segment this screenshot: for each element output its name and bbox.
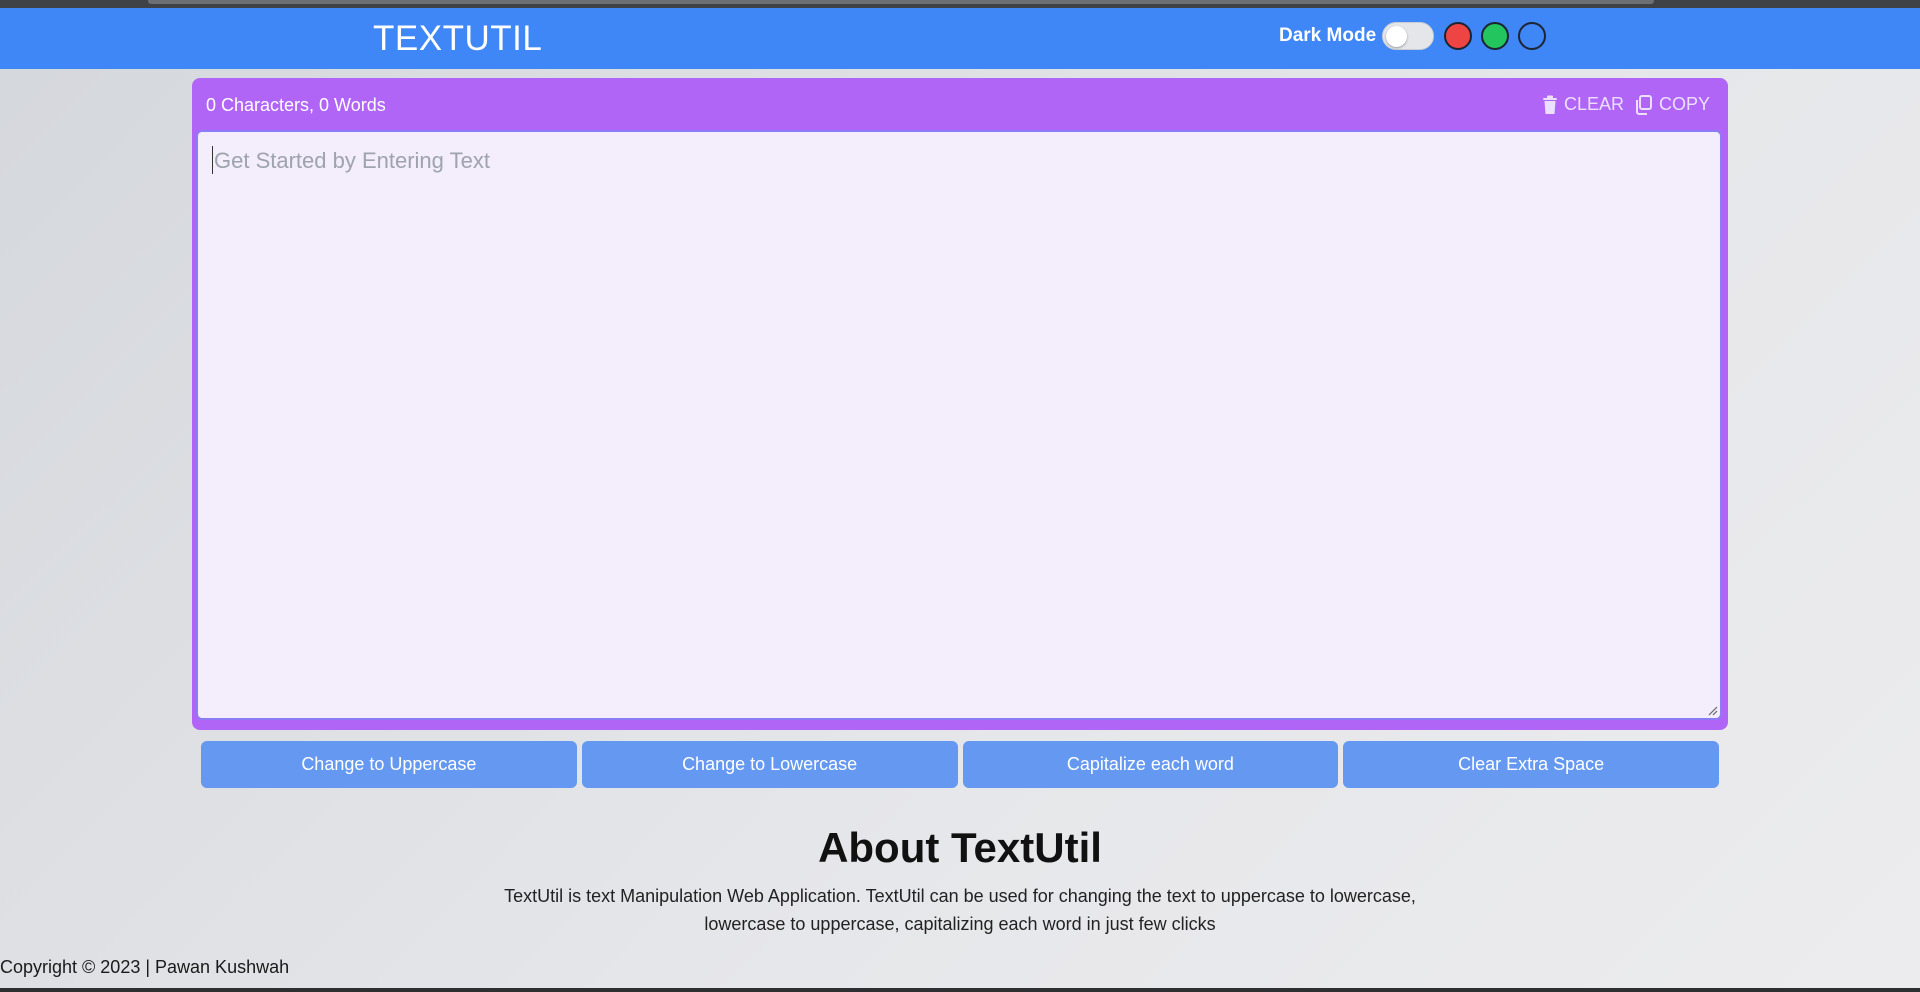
copy-text-button[interactable]: COPY [1635,94,1710,115]
transform-buttons: Change to Uppercase Change to Lowercase … [201,741,1719,788]
about-description: TextUtil is text Manipulation Web Applic… [460,882,1460,938]
clear-text-button[interactable]: CLEAR [1542,94,1624,115]
about-heading: About TextUtil [818,824,1102,871]
text-caret [212,146,213,174]
browser-top-strip-inner [148,0,1654,4]
toggle-knob [1386,26,1407,47]
resize-grip-icon[interactable] [1706,704,1718,716]
browser-top-strip [0,0,1920,8]
navbar: TEXTUTIL Dark Mode [0,8,1920,69]
uppercase-button[interactable]: Change to Uppercase [201,741,577,788]
brand-logo-text[interactable]: TEXTUTIL [373,19,542,59]
lowercase-button[interactable]: Change to Lowercase [581,741,958,788]
editor-card: 0 Characters, 0 Words CLEAR COPY Get Sta… [192,78,1728,730]
text-input-placeholder: Get Started by Entering Text [214,148,490,173]
theme-swatch-blue[interactable] [1518,22,1546,50]
footer-copyright: Copyright © 2023 | Pawan Kushwah [0,957,290,977]
clear-label: CLEAR [1564,94,1625,114]
about-line-1: TextUtil is text Manipulation Web Applic… [504,886,1416,906]
clear-extra-space-button[interactable]: Clear Extra Space [1343,741,1719,788]
text-input-area[interactable]: Get Started by Entering Text [196,130,1722,720]
capitalize-button[interactable]: Capitalize each word [962,741,1339,788]
dark-mode-label: Dark Mode [1279,25,1377,46]
character-word-count: 0 Characters, 0 Words [206,95,386,115]
about-line-2: lowercase to uppercase, capitalizing eac… [704,914,1216,934]
copy-label: COPY [1659,94,1711,114]
theme-swatch-red[interactable] [1444,22,1472,50]
trash-icon [1542,95,1558,115]
dark-mode-toggle[interactable] [1382,22,1434,50]
bottom-strip [0,988,1920,992]
theme-swatch-green[interactable] [1481,22,1509,50]
copy-icon [1635,94,1653,115]
